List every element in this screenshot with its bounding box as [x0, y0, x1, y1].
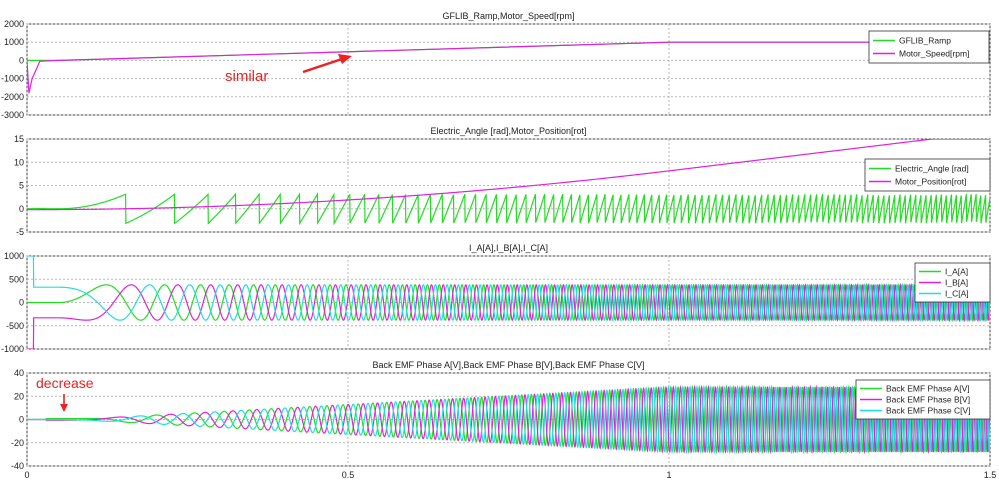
- y-tick-label: 20: [14, 391, 24, 401]
- legend-label: Motor_Position[rot]: [895, 177, 966, 187]
- y-tick-label: -2000: [1, 92, 24, 102]
- y-tick-label: 1000: [4, 37, 24, 47]
- legend-label: I_B[A]: [945, 278, 968, 288]
- legend: GFLIB_Ramp Motor_Speed[rpm]: [868, 30, 990, 64]
- legend: I_A[A]I_B[A]I_C[A]: [914, 262, 991, 303]
- y-tick-label: -40: [11, 461, 24, 471]
- legend-label: Motor_Speed[rpm]: [899, 49, 969, 59]
- y-tick-label: 0: [19, 298, 24, 308]
- legend-label: I_C[A]: [945, 289, 969, 299]
- chart-title: GFLIB_Ramp,Motor_Speed[rpm]: [442, 11, 574, 21]
- annotation-similar: similar: [225, 68, 268, 85]
- chart-panel-2: -5 0 5 10 15 Electric_Angle [rad],Motor_Posit…: [14, 126, 991, 237]
- legend: Back EMF Phase A[V]Back EMF Phase B[V]Ba…: [855, 379, 991, 420]
- y-tick-label: -1000: [1, 74, 24, 84]
- chart-panel-4: -40 -20 0 20 40 Back EMF Phase A[V],Back EMF …: [11, 360, 991, 471]
- chart-title: Electric_Angle [rad],Motor_Position[rot]: [430, 126, 586, 136]
- x-tick-label: 1.5: [984, 470, 997, 480]
- y-tick-label: -1000: [1, 344, 24, 354]
- y-tick-label: 500: [9, 274, 24, 284]
- plot-area: [26, 23, 991, 116]
- y-tick-label: -3000: [1, 110, 24, 120]
- y-tick-label: 5: [19, 181, 24, 191]
- annotation-decrease: decrease: [36, 375, 94, 391]
- y-tick-label: 0: [19, 415, 24, 425]
- legend: Electric_Angle [rad] Motor_Position[rot]: [864, 158, 991, 192]
- chart-panel-1: -3000 -2000 -1000 0 1000 2000 GFLIB_Ramp,Motor…: [1, 11, 991, 120]
- chart-panel-3: -1000 -500 0 500 1000 I_A[A],I_B[A],I_C[A] I_A…: [1, 243, 991, 354]
- x-tick-label: 0: [24, 470, 29, 480]
- y-tick-label: -5: [16, 227, 24, 237]
- y-tick-label: 15: [14, 134, 24, 144]
- y-tick-label: 10: [14, 157, 24, 167]
- y-tick-label: 0: [19, 55, 24, 65]
- y-tick-label: -500: [6, 321, 24, 331]
- legend-label: GFLIB_Ramp: [899, 36, 951, 46]
- legend-label: Back EMF Phase A[V]: [886, 384, 970, 394]
- chart-title: I_A[A],I_B[A],I_C[A]: [469, 243, 548, 253]
- y-tick-label: 40: [14, 368, 24, 378]
- figure: -3000-2000-1000010002000GFLIB_Ramp,Motor…: [1, 11, 997, 480]
- legend-label: Back EMF Phase C[V]: [886, 406, 971, 416]
- y-tick-label: -20: [11, 438, 24, 448]
- x-tick-label: 0.5: [342, 470, 355, 480]
- legend-label: Back EMF Phase B[V]: [886, 395, 970, 405]
- y-tick-label: 2000: [4, 19, 24, 29]
- legend-label: I_A[A]: [945, 267, 968, 277]
- legend-label: Electric_Angle [rad]: [895, 164, 969, 174]
- x-tick-label: 1: [666, 470, 671, 480]
- chart-title: Back EMF Phase A[V],Back EMF Phase B[V],…: [372, 360, 644, 370]
- y-tick-label: 0: [19, 204, 24, 214]
- y-tick-label: 1000: [4, 251, 24, 261]
